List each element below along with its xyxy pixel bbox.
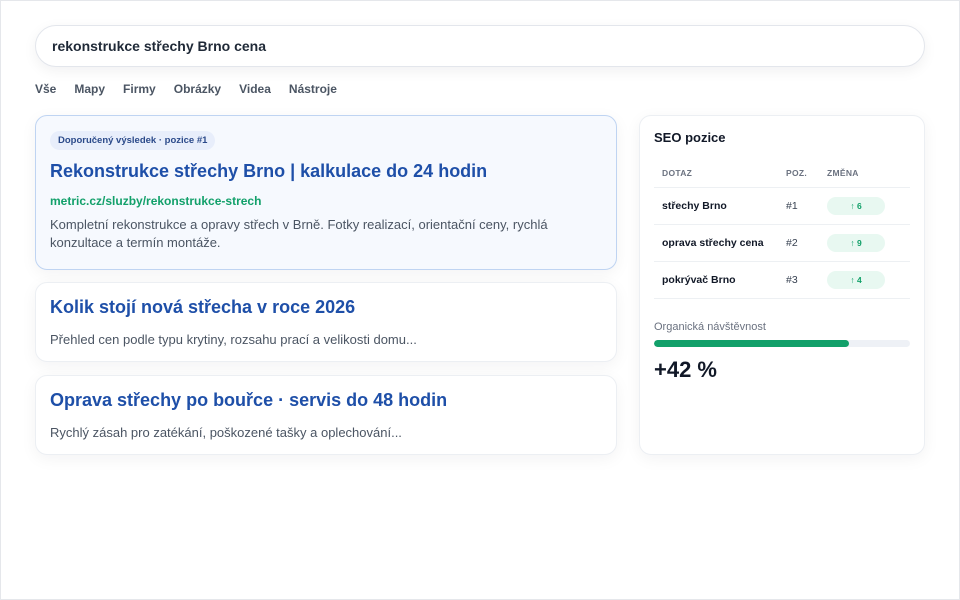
result-title-link[interactable]: Rekonstrukce střechy Brno | kalkulace do… [50,161,602,182]
result-description: Rychlý zásah pro zatékání, poškozené taš… [50,425,402,440]
row-query: střechy Brno [654,187,786,225]
result-description: Přehled cen podle typu krytiny, rozsahu … [50,332,417,347]
traffic-value: +42 % [654,356,717,382]
tab-vse[interactable]: Vše [35,82,56,96]
table-row: oprava střechy cena #2 ↑ 9 [654,224,910,262]
traffic-label: Organická návštěvnost [654,320,766,333]
change-badge: ↑ 6 [827,196,885,215]
seo-table-header: DOTAZ POZ. ZMĚNA [654,159,910,188]
row-query: pokrývač Brno [654,261,786,299]
result-title-link[interactable]: Oprava střechy po bouřce · servis do 48 … [50,390,602,411]
tab-firmy[interactable]: Firmy [123,82,156,96]
result-title-link[interactable]: Kolik stojí nová střecha v roce 2026 [50,297,602,318]
header-query: DOTAZ [654,159,786,188]
search-bar[interactable] [35,25,925,67]
search-tabs: Vše Mapy Firmy Obrázky Videa Nástroje [35,82,337,96]
change-badge: ↑ 9 [827,233,885,252]
result-card: Oprava střechy po bouřce · servis do 48 … [35,375,617,455]
seo-panel: SEO pozice DOTAZ POZ. ZMĚNA střechy Brno… [639,115,925,455]
row-position: #1 [786,187,827,225]
tab-mapy[interactable]: Mapy [74,82,105,96]
result-description: Kompletní rekonstrukce a opravy střech v… [50,217,548,250]
traffic-progress-bar [654,339,910,347]
result-url[interactable]: metric.cz/sluzby/rekonstrukce-strech [50,194,602,208]
panel-title: SEO pozice [654,130,726,145]
tab-obrazky[interactable]: Obrázky [174,82,221,96]
row-position: #2 [786,224,827,262]
result-card: Kolik stojí nová střecha v roce 2026 Pře… [35,282,617,362]
table-row: střechy Brno #1 ↑ 6 [654,187,910,225]
tab-nastroje[interactable]: Nástroje [289,82,337,96]
traffic-progress-fill [654,339,849,347]
tab-videa[interactable]: Videa [239,82,271,96]
search-input[interactable] [52,38,924,54]
row-query: oprava střechy cena [654,224,786,262]
header-position: POZ. [786,159,827,188]
featured-badge: Doporučený výsledek · pozice #1 [50,131,216,150]
row-position: #3 [786,261,827,299]
header-change: ZMĚNA [827,159,910,188]
change-badge: ↑ 4 [827,270,885,289]
featured-result-card: Doporučený výsledek · pozice #1 Rekonstr… [35,115,617,270]
table-row: pokrývač Brno #3 ↑ 4 [654,261,910,299]
seo-table: DOTAZ POZ. ZMĚNA střechy Brno #1 ↑ 6 opr… [654,159,910,299]
